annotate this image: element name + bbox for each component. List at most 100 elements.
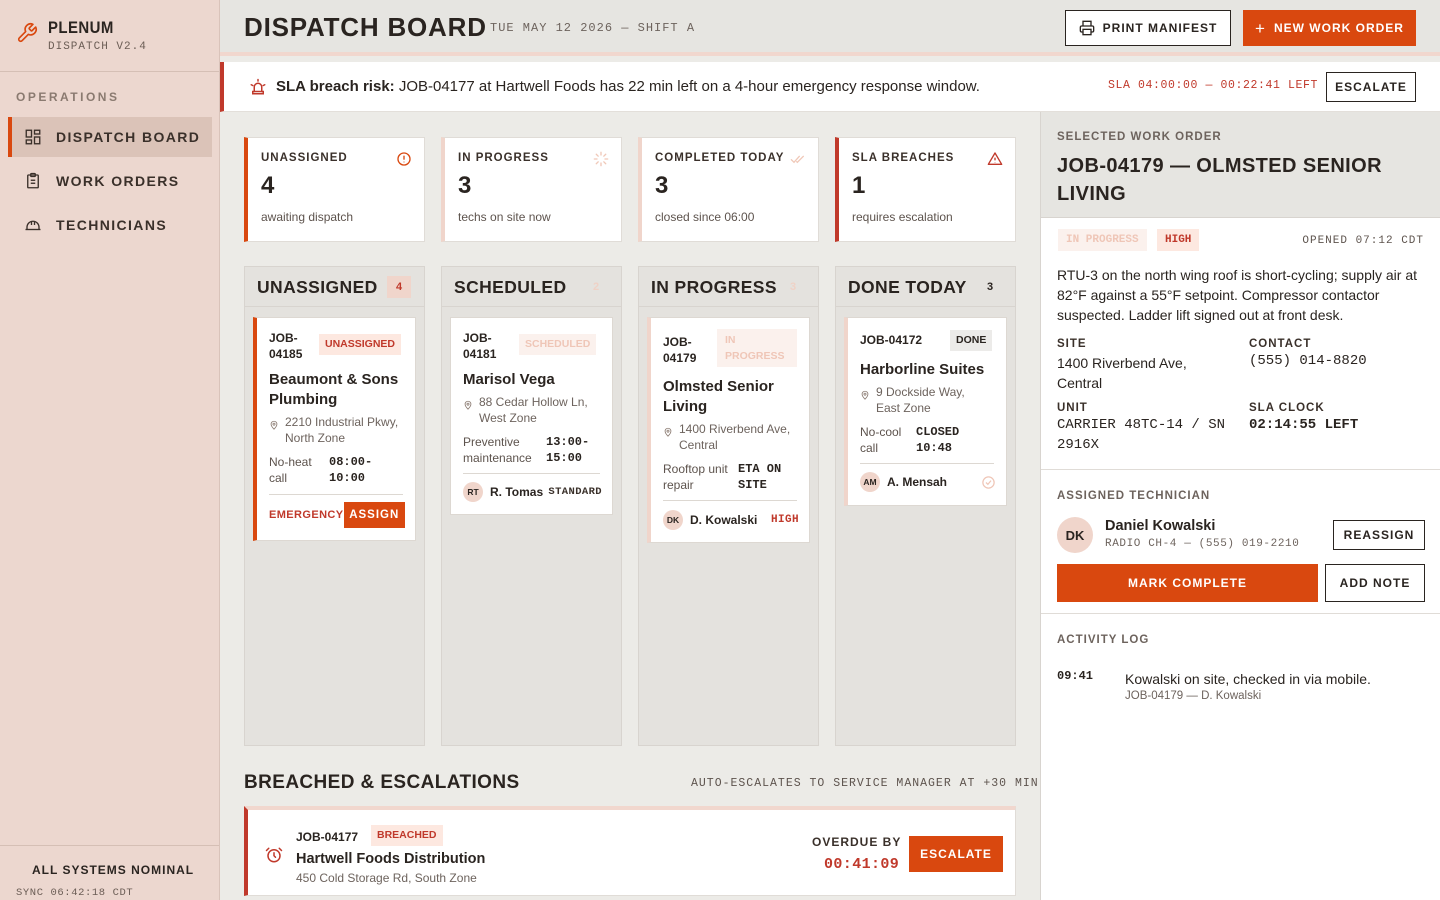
- brand-name: PLENUM: [48, 18, 114, 37]
- customer-name: Marisol Vega: [463, 371, 555, 388]
- alert-body: JOB-04177 at Hartwell Foods has 22 min l…: [398, 78, 980, 95]
- sidebar-item-dispatch-board[interactable]: DISPATCH BOARD: [8, 117, 212, 157]
- assign-button[interactable]: ASSIGN: [343, 502, 405, 528]
- map-pin-icon: [270, 420, 278, 430]
- log-text: Kowalski on site, checked in via mobile.: [1125, 671, 1371, 687]
- stat-label: COMPLETED TODAY: [655, 152, 785, 164]
- column-title: DONE TODAY: [848, 277, 967, 297]
- map-pin-icon: [464, 400, 472, 410]
- job-id: JOB-04172: [860, 333, 923, 347]
- stat-sub: awaiting dispatch: [261, 210, 354, 224]
- printer-icon: [1079, 20, 1094, 36]
- breached-note: AUTO-ESCALATES TO SERVICE MANAGER AT +30…: [691, 777, 1039, 790]
- card-divider: [269, 494, 403, 495]
- address-text: 2210 Industrial Pkwy, North Zone: [285, 415, 399, 445]
- panel-divider: [1041, 613, 1440, 614]
- customer-name: Harborline Suites: [860, 361, 985, 378]
- job-type: Preventive maintenance: [463, 435, 532, 465]
- overdue-timer: 00:41:09: [824, 856, 900, 873]
- job-id: JOB-04179: [663, 335, 697, 365]
- detail-header: SELECTED WORK ORDER JOB-04179 — OLMSTED …: [1041, 112, 1440, 218]
- breach-escalate-button[interactable]: ESCALATE: [909, 836, 1003, 872]
- job-address: 88 Cedar Hollow Ln, West Zone: [463, 394, 603, 426]
- job-closed-time: CLOSED 10:48: [916, 425, 960, 455]
- sidebar-nav: DISPATCH BOARD WORK ORDERS TECHNICIANS: [8, 117, 212, 249]
- sidebar-item-technicians[interactable]: TECHNICIANS: [8, 205, 212, 245]
- status-badge: SCHEDULED: [519, 334, 597, 355]
- card-footer: EMERGENCY ASSIGN: [269, 502, 405, 528]
- job-card-04185[interactable]: JOB-04185 UNASSIGNED Beaumont & Sons Plu…: [253, 317, 416, 541]
- technician-name: A. Mensah: [887, 475, 948, 489]
- card-divider: [463, 473, 600, 474]
- stat-sub: techs on site now: [458, 210, 551, 224]
- column-header: UNASSIGNED 4: [245, 267, 424, 307]
- hardhat-icon: [25, 220, 41, 231]
- job-card-04179[interactable]: JOB-04179 IN PROGRESS Olmsted Senior Liv…: [647, 317, 810, 543]
- work-order-detail-panel: SELECTED WORK ORDER JOB-04179 — OLMSTED …: [1040, 112, 1440, 900]
- print-manifest-button[interactable]: PRINT MANIFEST: [1065, 10, 1231, 46]
- stat-card-sla-breaches: SLA BREACHES 1 requires escalation: [835, 137, 1016, 242]
- avatar: AM: [860, 472, 880, 492]
- log-time: 09:41: [1057, 669, 1094, 683]
- site-value: 1400 Riverbend Ave, Central: [1057, 355, 1187, 391]
- column-header: DONE TODAY 3: [836, 267, 1015, 307]
- detail-title: JOB-04179 — OLMSTED SENIOR LIVING: [1057, 155, 1382, 205]
- detail-section-label: SELECTED WORK ORDER: [1057, 131, 1222, 143]
- column-count: 3: [789, 281, 797, 293]
- header: DISPATCH BOARD TUE MAY 12 2026 — SHIFT A…: [220, 0, 1440, 56]
- stat-value: 4: [261, 172, 275, 199]
- print-manifest-label: PRINT MANIFEST: [1102, 21, 1218, 35]
- alert-escalate-button[interactable]: ESCALATE: [1326, 72, 1416, 102]
- address-text: 88 Cedar Hollow Ln, West Zone: [479, 395, 588, 425]
- job-card-04181[interactable]: JOB-04181 SCHEDULED Marisol Vega 88 Ceda…: [450, 317, 613, 515]
- status-badge: IN PROGRESS: [1058, 229, 1147, 251]
- brand-version: DISPATCH V2.4: [48, 41, 147, 53]
- priority-label: EMERGENCY: [269, 509, 344, 521]
- job-card-04172[interactable]: JOB-04172 DONE Harborline Suites 9 Docks…: [844, 317, 1007, 506]
- tech-section-label: ASSIGNED TECHNICIAN: [1057, 490, 1211, 502]
- overdue-label: OVERDUE BY: [812, 835, 902, 849]
- contact-value[interactable]: (555) 014-8820: [1249, 351, 1367, 371]
- priority-label: STANDARD: [548, 486, 602, 498]
- status-badge: BREACHED: [371, 825, 443, 846]
- board-icon: [25, 129, 41, 145]
- brand: PLENUM DISPATCH V2.4: [0, 0, 219, 72]
- mark-complete-button[interactable]: MARK COMPLETE: [1057, 564, 1318, 602]
- activity-log-label: ACTIVITY LOG: [1057, 634, 1150, 646]
- page-title: DISPATCH BOARD: [244, 12, 487, 42]
- reassign-button[interactable]: REASSIGN: [1333, 520, 1425, 550]
- breached-job-card[interactable]: JOB-04177 BREACHED Hartwell Foods Distri…: [244, 806, 1016, 896]
- column-count: 4: [387, 276, 411, 298]
- job-eta: ETA ON SITE: [738, 462, 782, 492]
- status-badge: DONE: [950, 330, 993, 351]
- sla-clock-label: SLA CLOCK: [1249, 402, 1325, 414]
- column-count: 2: [592, 281, 600, 293]
- clipboard-icon: [27, 172, 39, 189]
- stat-card-in-progress: IN PROGRESS 3 techs on site now: [441, 137, 622, 242]
- customer-name: Olmsted Senior Living: [663, 378, 774, 415]
- job-address: 450 Cold Storage Rd, South Zone: [296, 871, 477, 885]
- nav-section-label: OPERATIONS: [16, 90, 120, 104]
- customer-name: Beaumont & Sons Plumbing: [269, 371, 399, 408]
- stat-card-unassigned: UNASSIGNED 4 awaiting dispatch: [244, 137, 425, 242]
- status-badge: UNASSIGNED: [319, 334, 402, 355]
- avatar: DK: [1057, 517, 1093, 553]
- job-id: JOB-04177: [296, 830, 359, 844]
- job-time-window: 08:00-10:00: [329, 455, 373, 485]
- stat-label: SLA BREACHES: [852, 152, 955, 164]
- spinner-icon: [593, 151, 609, 167]
- stat-label: IN PROGRESS: [458, 152, 549, 164]
- job-type: No-heat call: [269, 455, 312, 485]
- sidebar-footer: ALL SYSTEMS NOMINAL SYNC 06:42:18 CDT: [0, 845, 219, 900]
- plus-icon: +: [1255, 18, 1266, 38]
- new-work-order-button[interactable]: + NEW WORK ORDER: [1243, 10, 1416, 46]
- technician-name: Daniel Kowalski: [1105, 518, 1216, 534]
- sidebar-item-work-orders[interactable]: WORK ORDERS: [8, 161, 212, 201]
- column-title: SCHEDULED: [454, 277, 567, 297]
- column-title: UNASSIGNED: [257, 277, 378, 297]
- avatar: DK: [663, 510, 683, 530]
- column-count: 3: [986, 281, 994, 293]
- add-note-button[interactable]: ADD NOTE: [1325, 564, 1425, 602]
- status-badge: IN PROGRESS: [717, 329, 797, 367]
- contact-label: CONTACT: [1249, 338, 1312, 350]
